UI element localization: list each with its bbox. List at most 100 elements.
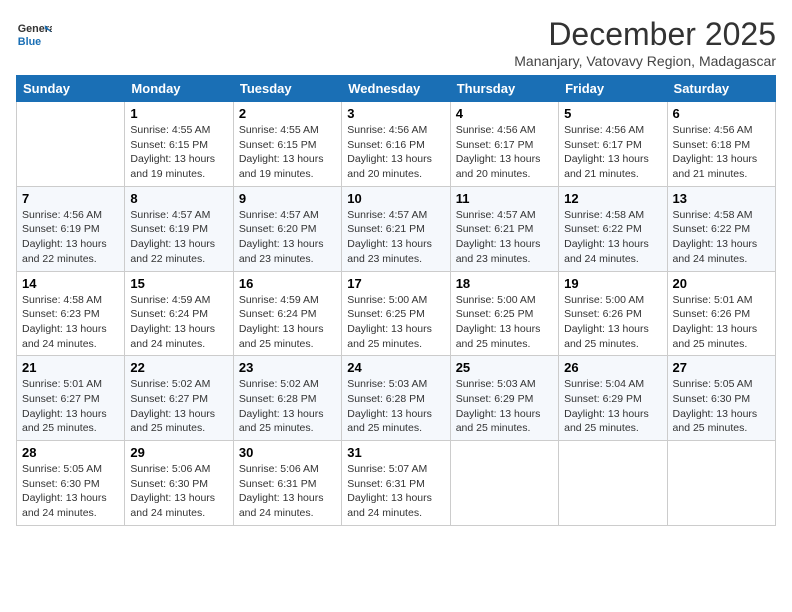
day-number: 20 (673, 276, 770, 291)
day-number: 30 (239, 445, 336, 460)
day-number: 9 (239, 191, 336, 206)
day-details: Sunrise: 4:56 AMSunset: 6:17 PMDaylight:… (456, 123, 553, 182)
day-details: Sunrise: 5:04 AMSunset: 6:29 PMDaylight:… (564, 377, 661, 436)
calendar-week-row: 28 Sunrise: 5:05 AMSunset: 6:30 PMDayligh… (17, 441, 776, 526)
day-number: 22 (130, 360, 227, 375)
calendar-cell (667, 441, 775, 526)
calendar-cell: 4 Sunrise: 4:56 AMSunset: 6:17 PMDaylight… (450, 102, 558, 187)
day-details: Sunrise: 5:05 AMSunset: 6:30 PMDaylight:… (22, 462, 119, 521)
calendar-cell: 11 Sunrise: 4:57 AMSunset: 6:21 PMDayligh… (450, 186, 558, 271)
calendar-cell: 6Sunrise: 4:56 AMSunset: 6:18 PMDaylight… (667, 102, 775, 187)
calendar-cell: 10Sunrise: 4:57 AMSunset: 6:21 PMDayligh… (342, 186, 450, 271)
calendar-cell: 12 Sunrise: 4:58 AMSunset: 6:22 PMDayligh… (559, 186, 667, 271)
day-number: 10 (347, 191, 444, 206)
day-number: 15 (130, 276, 227, 291)
calendar-cell: 17 Sunrise: 5:00 AMSunset: 6:25 PMDayligh… (342, 271, 450, 356)
calendar-cell: 3 Sunrise: 4:56 AMSunset: 6:16 PMDaylight… (342, 102, 450, 187)
page-header: General Blue December 2025 Mananjary, Va… (16, 16, 776, 69)
day-number: 3 (347, 106, 444, 121)
day-details: Sunrise: 5:07 AMSunset: 6:31 PMDaylight:… (347, 462, 444, 521)
day-details: Sunrise: 4:56 AMSunset: 6:19 PMDaylight:… (22, 208, 119, 267)
calendar-cell: 31 Sunrise: 5:07 AMSunset: 6:31 PMDayligh… (342, 441, 450, 526)
day-number: 12 (564, 191, 661, 206)
day-details: Sunrise: 5:06 AMSunset: 6:30 PMDaylight:… (130, 462, 227, 521)
day-details: Sunrise: 4:55 AMSunset: 6:15 PMDaylight:… (239, 123, 336, 182)
location-subtitle: Mananjary, Vatovavy Region, Madagascar (514, 53, 776, 69)
day-details: Sunrise: 5:02 AMSunset: 6:28 PMDaylight:… (239, 377, 336, 436)
day-number: 2 (239, 106, 336, 121)
calendar-cell: 22 Sunrise: 5:02 AMSunset: 6:27 PMDayligh… (125, 356, 233, 441)
day-number: 19 (564, 276, 661, 291)
calendar-cell: 5 Sunrise: 4:56 AMSunset: 6:17 PMDaylight… (559, 102, 667, 187)
day-number: 14 (22, 276, 119, 291)
day-number: 17 (347, 276, 444, 291)
day-details: Sunrise: 5:01 AMSunset: 6:26 PMDaylight:… (673, 293, 770, 352)
calendar-week-row: 1 Sunrise: 4:55 AMSunset: 6:15 PMDaylight… (17, 102, 776, 187)
calendar-cell: 13 Sunrise: 4:58 AMSunset: 6:22 PMDayligh… (667, 186, 775, 271)
day-number: 4 (456, 106, 553, 121)
day-number: 29 (130, 445, 227, 460)
calendar-cell: 18 Sunrise: 5:00 AMSunset: 6:25 PMDayligh… (450, 271, 558, 356)
day-details: Sunrise: 4:55 AMSunset: 6:15 PMDaylight:… (130, 123, 227, 182)
calendar-cell: 24Sunrise: 5:03 AMSunset: 6:28 PMDayligh… (342, 356, 450, 441)
calendar-body: 1 Sunrise: 4:55 AMSunset: 6:15 PMDaylight… (17, 102, 776, 526)
day-details: Sunrise: 5:02 AMSunset: 6:27 PMDaylight:… (130, 377, 227, 436)
day-of-week-header: Thursday (450, 76, 558, 102)
day-number: 1 (130, 106, 227, 121)
svg-text:Blue: Blue (18, 36, 41, 48)
day-number: 27 (673, 360, 770, 375)
day-details: Sunrise: 5:03 AMSunset: 6:29 PMDaylight:… (456, 377, 553, 436)
day-details: Sunrise: 5:05 AMSunset: 6:30 PMDaylight:… (673, 377, 770, 436)
day-details: Sunrise: 5:06 AMSunset: 6:31 PMDaylight:… (239, 462, 336, 521)
day-number: 18 (456, 276, 553, 291)
calendar-cell: 7 Sunrise: 4:56 AMSunset: 6:19 PMDaylight… (17, 186, 125, 271)
day-details: Sunrise: 5:00 AMSunset: 6:26 PMDaylight:… (564, 293, 661, 352)
day-details: Sunrise: 4:58 AMSunset: 6:22 PMDaylight:… (673, 208, 770, 267)
calendar-cell: 28 Sunrise: 5:05 AMSunset: 6:30 PMDayligh… (17, 441, 125, 526)
calendar-week-row: 14Sunrise: 4:58 AMSunset: 6:23 PMDayligh… (17, 271, 776, 356)
day-number: 28 (22, 445, 119, 460)
day-details: Sunrise: 4:56 AMSunset: 6:16 PMDaylight:… (347, 123, 444, 182)
day-details: Sunrise: 4:56 AMSunset: 6:17 PMDaylight:… (564, 123, 661, 182)
day-details: Sunrise: 5:01 AMSunset: 6:27 PMDaylight:… (22, 377, 119, 436)
logo: General Blue (16, 16, 52, 52)
calendar-cell: 29 Sunrise: 5:06 AMSunset: 6:30 PMDayligh… (125, 441, 233, 526)
calendar-table: SundayMondayTuesdayWednesdayThursdayFrid… (16, 75, 776, 526)
day-of-week-header: Friday (559, 76, 667, 102)
day-details: Sunrise: 4:58 AMSunset: 6:22 PMDaylight:… (564, 208, 661, 267)
day-number: 31 (347, 445, 444, 460)
day-number: 13 (673, 191, 770, 206)
month-year-title: December 2025 (514, 16, 776, 53)
logo-icon: General Blue (16, 16, 52, 52)
calendar-cell: 16Sunrise: 4:59 AMSunset: 6:24 PMDayligh… (233, 271, 341, 356)
calendar-cell (17, 102, 125, 187)
day-number: 6 (673, 106, 770, 121)
day-of-week-header: Monday (125, 76, 233, 102)
day-number: 11 (456, 191, 553, 206)
calendar-cell: 15 Sunrise: 4:59 AMSunset: 6:24 PMDayligh… (125, 271, 233, 356)
calendar-cell: 30 Sunrise: 5:06 AMSunset: 6:31 PMDayligh… (233, 441, 341, 526)
day-of-week-header: Tuesday (233, 76, 341, 102)
calendar-cell: 27 Sunrise: 5:05 AMSunset: 6:30 PMDayligh… (667, 356, 775, 441)
day-details: Sunrise: 4:57 AMSunset: 6:20 PMDaylight:… (239, 208, 336, 267)
calendar-cell: 23 Sunrise: 5:02 AMSunset: 6:28 PMDayligh… (233, 356, 341, 441)
calendar-cell: 26Sunrise: 5:04 AMSunset: 6:29 PMDayligh… (559, 356, 667, 441)
calendar-cell: 2 Sunrise: 4:55 AMSunset: 6:15 PMDaylight… (233, 102, 341, 187)
day-details: Sunrise: 5:03 AMSunset: 6:28 PMDaylight:… (347, 377, 444, 436)
day-details: Sunrise: 5:00 AMSunset: 6:25 PMDaylight:… (456, 293, 553, 352)
day-number: 7 (22, 191, 119, 206)
day-details: Sunrise: 4:59 AMSunset: 6:24 PMDaylight:… (130, 293, 227, 352)
calendar-cell (450, 441, 558, 526)
calendar-cell: 14Sunrise: 4:58 AMSunset: 6:23 PMDayligh… (17, 271, 125, 356)
day-number: 5 (564, 106, 661, 121)
day-details: Sunrise: 5:00 AMSunset: 6:25 PMDaylight:… (347, 293, 444, 352)
calendar-cell: 19 Sunrise: 5:00 AMSunset: 6:26 PMDayligh… (559, 271, 667, 356)
day-number: 21 (22, 360, 119, 375)
calendar-cell (559, 441, 667, 526)
day-number: 16 (239, 276, 336, 291)
calendar-cell: 20 Sunrise: 5:01 AMSunset: 6:26 PMDayligh… (667, 271, 775, 356)
day-of-week-header: Saturday (667, 76, 775, 102)
day-details: Sunrise: 4:57 AMSunset: 6:21 PMDaylight:… (456, 208, 553, 267)
day-details: Sunrise: 4:57 AMSunset: 6:19 PMDaylight:… (130, 208, 227, 267)
day-number: 23 (239, 360, 336, 375)
